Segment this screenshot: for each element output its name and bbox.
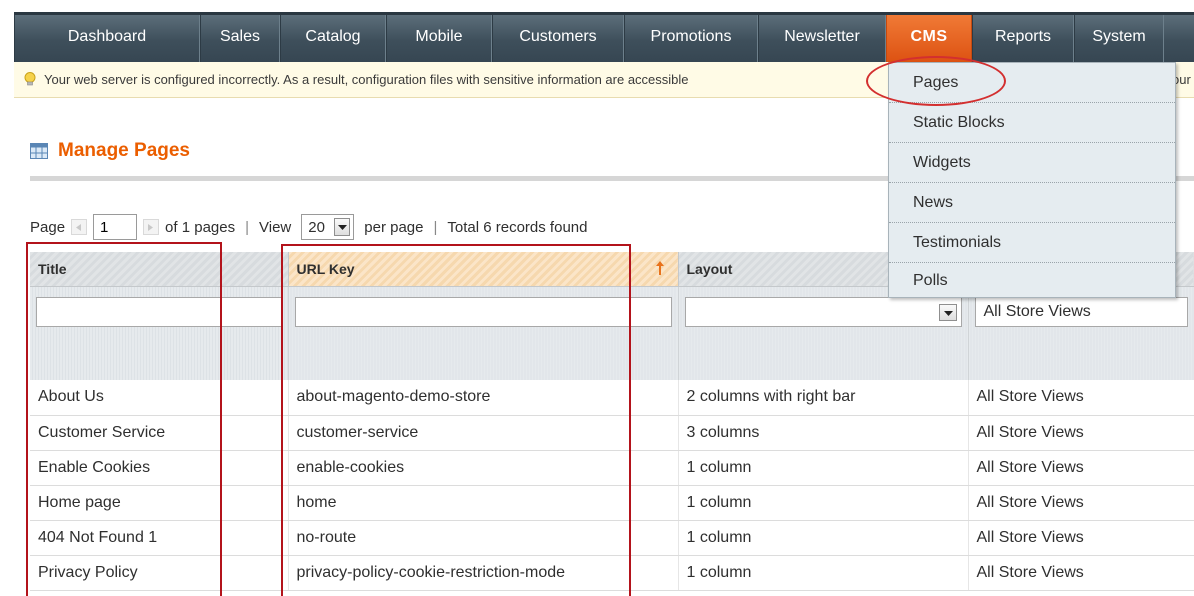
menu-item-widgets[interactable]: Widgets: [889, 143, 1175, 183]
top-strip: [0, 0, 1194, 12]
page-label: Page: [30, 218, 66, 236]
menu-item-static-blocks[interactable]: Static Blocks: [889, 103, 1175, 143]
cell-store-view: All Store Views: [968, 555, 1194, 591]
prev-page-button[interactable]: [71, 219, 88, 235]
cell-layout: 2 columns with right bar: [678, 380, 969, 416]
pages-highlight-ellipse: [866, 56, 1006, 106]
dropdown-button[interactable]: [938, 303, 957, 321]
view-label: View: [259, 218, 292, 236]
page-header: Manage Pages: [30, 140, 190, 162]
pager-separator: |: [245, 218, 250, 236]
notice-text: Your web server is configured incorrectl…: [44, 72, 689, 87]
admin-nav-bar: Dashboard Sales Catalog Mobile Customers…: [14, 12, 1194, 62]
menu-item-polls[interactable]: Polls: [889, 263, 1175, 299]
chevron-left-icon: [76, 224, 82, 231]
store-view-filter-select[interactable]: All Store Views: [974, 296, 1188, 327]
nav-dashboard[interactable]: Dashboard: [14, 15, 200, 62]
chevron-down-icon: [943, 310, 953, 316]
cell-layout: 1 column: [678, 485, 969, 521]
nav-catalog[interactable]: Catalog: [280, 15, 386, 62]
nav-newsletter[interactable]: Newsletter: [758, 15, 886, 62]
menu-item-news[interactable]: News: [889, 183, 1175, 223]
per-page-value: 20: [308, 218, 325, 236]
nav-promotions[interactable]: Promotions: [624, 15, 758, 62]
menu-item-testimonials[interactable]: Testimonials: [889, 223, 1175, 263]
cell-store-view: All Store Views: [968, 380, 1194, 416]
grid-icon: [30, 143, 48, 159]
nav-sales[interactable]: Sales: [200, 15, 280, 62]
title-column-highlight: [26, 242, 222, 596]
cell-layout: 1 column: [678, 450, 969, 486]
cell-layout: 1 column: [678, 555, 969, 591]
nav-reports[interactable]: Reports: [972, 15, 1074, 62]
chevron-down-icon: [338, 225, 348, 230]
nav-customers[interactable]: Customers: [492, 15, 624, 62]
layout-filter-select[interactable]: [684, 296, 962, 327]
cell-store-view: All Store Views: [968, 450, 1194, 486]
cell-store-view: All Store Views: [968, 520, 1194, 556]
cell-store-view: All Store Views: [968, 485, 1194, 521]
next-page-button[interactable]: [143, 219, 160, 235]
cell-layout: 3 columns: [678, 415, 969, 451]
grid-pager: Page of 1 pages | View 20 per page | Tot…: [30, 212, 587, 242]
cell-store-view: All Store Views: [968, 415, 1194, 451]
store-view-filter-value: All Store Views: [983, 302, 1091, 320]
chevron-right-icon: [148, 224, 154, 231]
total-records: Total 6 records found: [447, 218, 588, 236]
pager-separator: |: [433, 218, 438, 236]
filter-cell: [678, 286, 969, 380]
per-page-select[interactable]: 20: [301, 214, 355, 240]
sort-arrow-icon: [655, 261, 664, 275]
nav-system[interactable]: System: [1074, 15, 1164, 62]
page-title: Manage Pages: [58, 140, 190, 161]
url-key-column-highlight: [281, 244, 631, 596]
nav-cms[interactable]: CMS: [886, 15, 972, 62]
dropdown-button[interactable]: [334, 218, 351, 236]
page-number-input[interactable]: [93, 214, 138, 240]
per-page-label: per page: [364, 218, 424, 236]
nav-mobile[interactable]: Mobile: [386, 15, 492, 62]
filter-cell: All Store Views: [968, 286, 1194, 380]
lightbulb-icon: [24, 72, 36, 86]
cell-layout: 1 column: [678, 520, 969, 556]
page-count: of 1 pages: [165, 218, 236, 236]
